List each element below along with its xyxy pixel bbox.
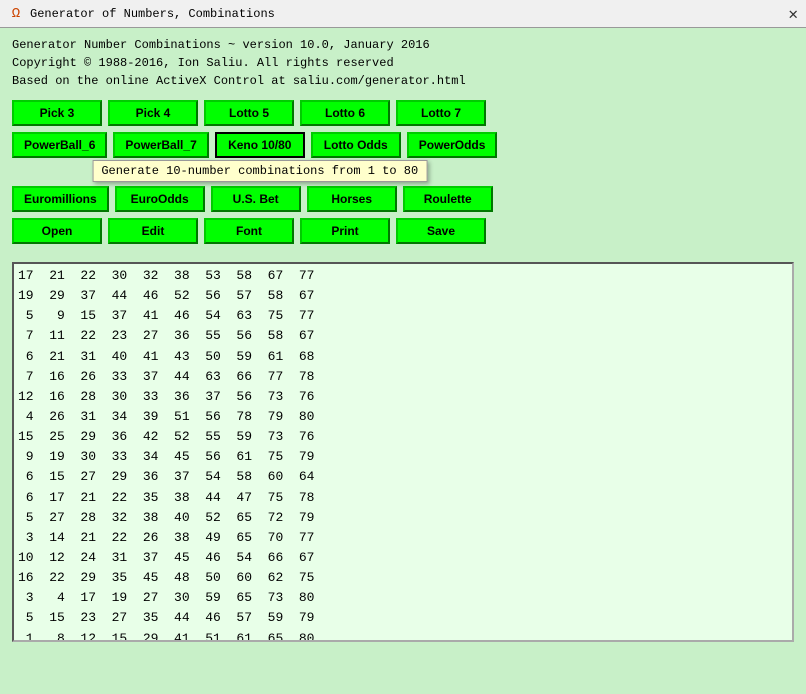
lotto5-button[interactable]: Lotto 5	[204, 100, 294, 126]
euromillions-button[interactable]: Euromillions	[12, 186, 109, 212]
powerodds-button[interactable]: PowerOdds	[407, 132, 498, 158]
button-row-3: Euromillions EuroOdds U.S. Bet Horses Ro…	[12, 186, 794, 212]
save-button[interactable]: Save	[396, 218, 486, 244]
euro-odds-button[interactable]: EuroOdds	[115, 186, 205, 212]
roulette-button[interactable]: Roulette	[403, 186, 493, 212]
header-line1: Generator Number Combinations ~ version …	[12, 36, 794, 54]
keno10-button[interactable]: Keno 10/80	[215, 132, 305, 158]
keno-tooltip-wrapper: Keno 10/80 Generate 10-number combinatio…	[215, 132, 305, 158]
button-row-4: Open Edit Font Print Save	[12, 218, 794, 244]
buttons-area: Pick 3 Pick 4 Lotto 5 Lotto 6 Lotto 7 Po…	[0, 94, 806, 256]
window-title: Generator of Numbers, Combinations	[30, 7, 275, 21]
lotto-odds-button[interactable]: Lotto Odds	[311, 132, 401, 158]
us-bet-button[interactable]: U.S. Bet	[211, 186, 301, 212]
lotto6-button[interactable]: Lotto 6	[300, 100, 390, 126]
edit-button[interactable]: Edit	[108, 218, 198, 244]
font-button[interactable]: Font	[204, 218, 294, 244]
tooltip-box: Generate 10-number combinations from 1 t…	[92, 160, 427, 182]
button-row-1: Pick 3 Pick 4 Lotto 5 Lotto 6 Lotto 7	[12, 100, 794, 126]
title-bar-left: Ω Generator of Numbers, Combinations	[8, 6, 275, 22]
horses-button[interactable]: Horses	[307, 186, 397, 212]
data-table: 17 21 22 30 32 38 53 58 67 77 19 29 37 4…	[14, 264, 792, 642]
title-bar: Ω Generator of Numbers, Combinations ✕	[0, 0, 806, 28]
header-line2: Copyright © 1988-2016, Ion Saliu. All ri…	[12, 54, 794, 72]
powerball7-button[interactable]: PowerBall_7	[113, 132, 208, 158]
pick4-button[interactable]: Pick 4	[108, 100, 198, 126]
powerball6-button[interactable]: PowerBall_6	[12, 132, 107, 158]
app-header: Generator Number Combinations ~ version …	[0, 28, 806, 94]
app-icon: Ω	[8, 6, 24, 22]
header-line3: Based on the online ActiveX Control at s…	[12, 72, 794, 90]
button-row-2: PowerBall_6 PowerBall_7 Keno 10/80 Gener…	[12, 132, 794, 158]
close-button[interactable]: ✕	[788, 4, 798, 24]
data-area[interactable]: 17 21 22 30 32 38 53 58 67 77 19 29 37 4…	[12, 262, 794, 642]
lotto7-button[interactable]: Lotto 7	[396, 100, 486, 126]
pick3-button[interactable]: Pick 3	[12, 100, 102, 126]
print-button[interactable]: Print	[300, 218, 390, 244]
open-button[interactable]: Open	[12, 218, 102, 244]
